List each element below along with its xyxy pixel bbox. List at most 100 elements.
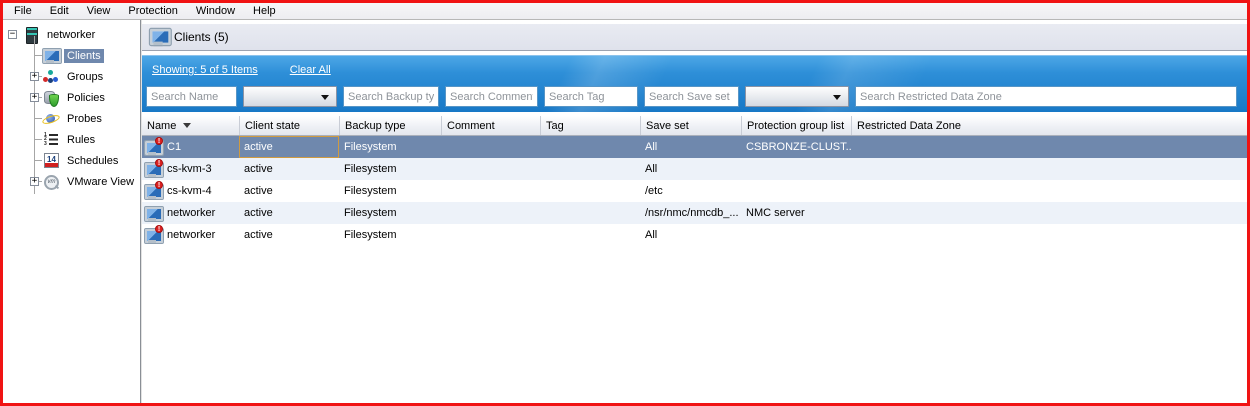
cell-comment[interactable]	[441, 136, 540, 158]
collapse-expander-icon[interactable]: −	[8, 30, 17, 39]
filter-bar: Showing: 5 of 5 Items Clear All	[142, 55, 1247, 112]
expand-expander-icon[interactable]: +	[30, 72, 39, 81]
alert-badge-icon: !	[155, 137, 163, 145]
monitor-icon	[43, 48, 59, 64]
cell-protection-group-list[interactable]: NMC server	[741, 202, 851, 224]
table-row[interactable]: !cs-kvm-4activeFilesystem/etc	[142, 180, 1247, 202]
cell-protection-group-list[interactable]	[741, 180, 851, 202]
cell-backup-type[interactable]: Filesystem	[339, 180, 441, 202]
protection-group-filter-dropdown[interactable]	[745, 86, 849, 107]
cell-tag[interactable]	[540, 202, 640, 224]
sidebar-item-policies[interactable]: + Policies	[3, 87, 140, 108]
search-save-set-input[interactable]	[644, 86, 739, 107]
column-header-backup-type[interactable]: Backup type	[339, 116, 441, 135]
sidebar-item-label: Clients	[64, 49, 104, 63]
sidebar-item-label: Policies	[64, 91, 108, 105]
cell-save-set[interactable]: All	[640, 158, 741, 180]
showing-items-link[interactable]: Showing: 5 of 5 Items	[152, 64, 258, 76]
menu-item-edit[interactable]: Edit	[41, 4, 78, 18]
cell-protection-group-list[interactable]	[741, 158, 851, 180]
client-name-text: C1	[167, 141, 181, 153]
tree-item-networker[interactable]: − networker	[3, 24, 140, 45]
cell-backup-type[interactable]: Filesystem	[339, 202, 441, 224]
cell-save-set[interactable]: /etc	[640, 180, 741, 202]
menu-item-protection[interactable]: Protection	[119, 4, 187, 18]
table-row[interactable]: networkeractiveFilesystem/nsr/nmc/nmcdb_…	[142, 202, 1247, 224]
cell-client-state[interactable]: active	[239, 224, 339, 246]
cell-comment[interactable]	[441, 158, 540, 180]
sidebar-item-clients[interactable]: Clients	[3, 45, 140, 66]
expand-expander-icon[interactable]: +	[30, 177, 39, 186]
expand-expander-icon[interactable]: +	[30, 93, 39, 102]
cell-client-state[interactable]: active	[239, 202, 339, 224]
client-name-text: cs-kvm-4	[167, 185, 212, 197]
column-header-label: Save set	[646, 120, 689, 132]
search-backup-type-input[interactable]	[343, 86, 439, 107]
cell-save-set[interactable]: All	[640, 224, 741, 246]
cell-name[interactable]: !networker	[142, 224, 239, 246]
cell-restricted-data-zone[interactable]	[851, 158, 1247, 180]
cell-tag[interactable]	[540, 224, 640, 246]
column-header-save-set[interactable]: Save set	[640, 116, 741, 135]
search-comment-input[interactable]	[445, 86, 538, 107]
cell-comment[interactable]	[441, 224, 540, 246]
cell-client-state[interactable]: active	[239, 180, 339, 202]
column-header-restricted-data-zone[interactable]: Restricted Data Zone	[851, 116, 1247, 135]
sidebar-item-label: Probes	[64, 112, 105, 126]
cell-client-state[interactable]: active	[239, 136, 339, 158]
cell-backup-type[interactable]: Filesystem	[339, 158, 441, 180]
cell-save-set[interactable]: /nsr/nmc/nmcdb_...	[640, 202, 741, 224]
client-monitor-icon: !	[145, 228, 161, 244]
sidebar-item-schedules[interactable]: Schedules	[3, 150, 140, 171]
sidebar-item-rules[interactable]: Rules	[3, 129, 140, 150]
title-band: Clients (5)	[142, 23, 1247, 51]
clear-all-link[interactable]: Clear All	[290, 64, 331, 76]
cell-name[interactable]: !cs-kvm-3	[142, 158, 239, 180]
cell-protection-group-list[interactable]	[741, 224, 851, 246]
alert-badge-icon: !	[155, 225, 163, 233]
search-name-input[interactable]	[146, 86, 237, 107]
sidebar-item-probes[interactable]: Probes	[3, 108, 140, 129]
column-header-label: Name	[147, 120, 176, 132]
cell-name[interactable]: !cs-kvm-4	[142, 180, 239, 202]
cell-save-set[interactable]: All	[640, 136, 741, 158]
cell-comment[interactable]	[441, 202, 540, 224]
client-state-filter-dropdown[interactable]	[243, 86, 337, 107]
column-header-tag[interactable]: Tag	[540, 116, 640, 135]
cell-comment[interactable]	[441, 180, 540, 202]
cell-tag[interactable]	[540, 136, 640, 158]
column-header-name[interactable]: Name	[142, 116, 239, 135]
column-header-protection-group-list[interactable]: Protection group list	[741, 116, 851, 135]
cell-protection-group-list[interactable]: CSBRONZE-CLUST...	[741, 136, 851, 158]
cell-name[interactable]: ! C1	[142, 136, 239, 158]
table-row[interactable]: !cs-kvm-3activeFilesystem All	[142, 158, 1247, 180]
cell-restricted-data-zone[interactable]	[851, 136, 1247, 158]
cell-backup-type[interactable]: Filesystem	[339, 224, 441, 246]
sidebar-tree: − networker Clients+Groups+PoliciesProbe…	[3, 20, 141, 406]
column-header-client-state[interactable]: Client state	[239, 116, 339, 135]
sidebar-item-groups[interactable]: +Groups	[3, 66, 140, 87]
menu-item-file[interactable]: File	[5, 4, 41, 18]
table-row[interactable]: ! C1 activeFilesystem AllCSBRONZE-CLUST...	[142, 136, 1247, 158]
menu-item-help[interactable]: Help	[244, 4, 285, 18]
cell-tag[interactable]	[540, 158, 640, 180]
cell-restricted-data-zone[interactable]	[851, 224, 1247, 246]
cell-restricted-data-zone[interactable]	[851, 202, 1247, 224]
client-name-text: cs-kvm-3	[167, 163, 212, 175]
search-restricted-data-zone-input[interactable]	[855, 86, 1237, 107]
cell-restricted-data-zone[interactable]	[851, 180, 1247, 202]
menu-item-view[interactable]: View	[78, 4, 120, 18]
table-row[interactable]: !networkeractiveFilesystem All	[142, 224, 1247, 246]
column-header-label: Client state	[245, 120, 300, 132]
cell-tag[interactable]	[540, 180, 640, 202]
column-header-comment[interactable]: Comment	[441, 116, 540, 135]
client-monitor-icon	[145, 206, 161, 222]
cell-client-state[interactable]: active	[239, 158, 339, 180]
column-header-label: Comment	[447, 120, 495, 132]
search-tag-input[interactable]	[544, 86, 638, 107]
menu-item-window[interactable]: Window	[187, 4, 244, 18]
cell-backup-type[interactable]: Filesystem	[339, 136, 441, 158]
sidebar-item-vmware-view[interactable]: +VMware View	[3, 171, 140, 192]
tree-children: Clients+Groups+PoliciesProbesRulesSchedu…	[3, 45, 140, 192]
cell-name[interactable]: networker	[142, 202, 239, 224]
